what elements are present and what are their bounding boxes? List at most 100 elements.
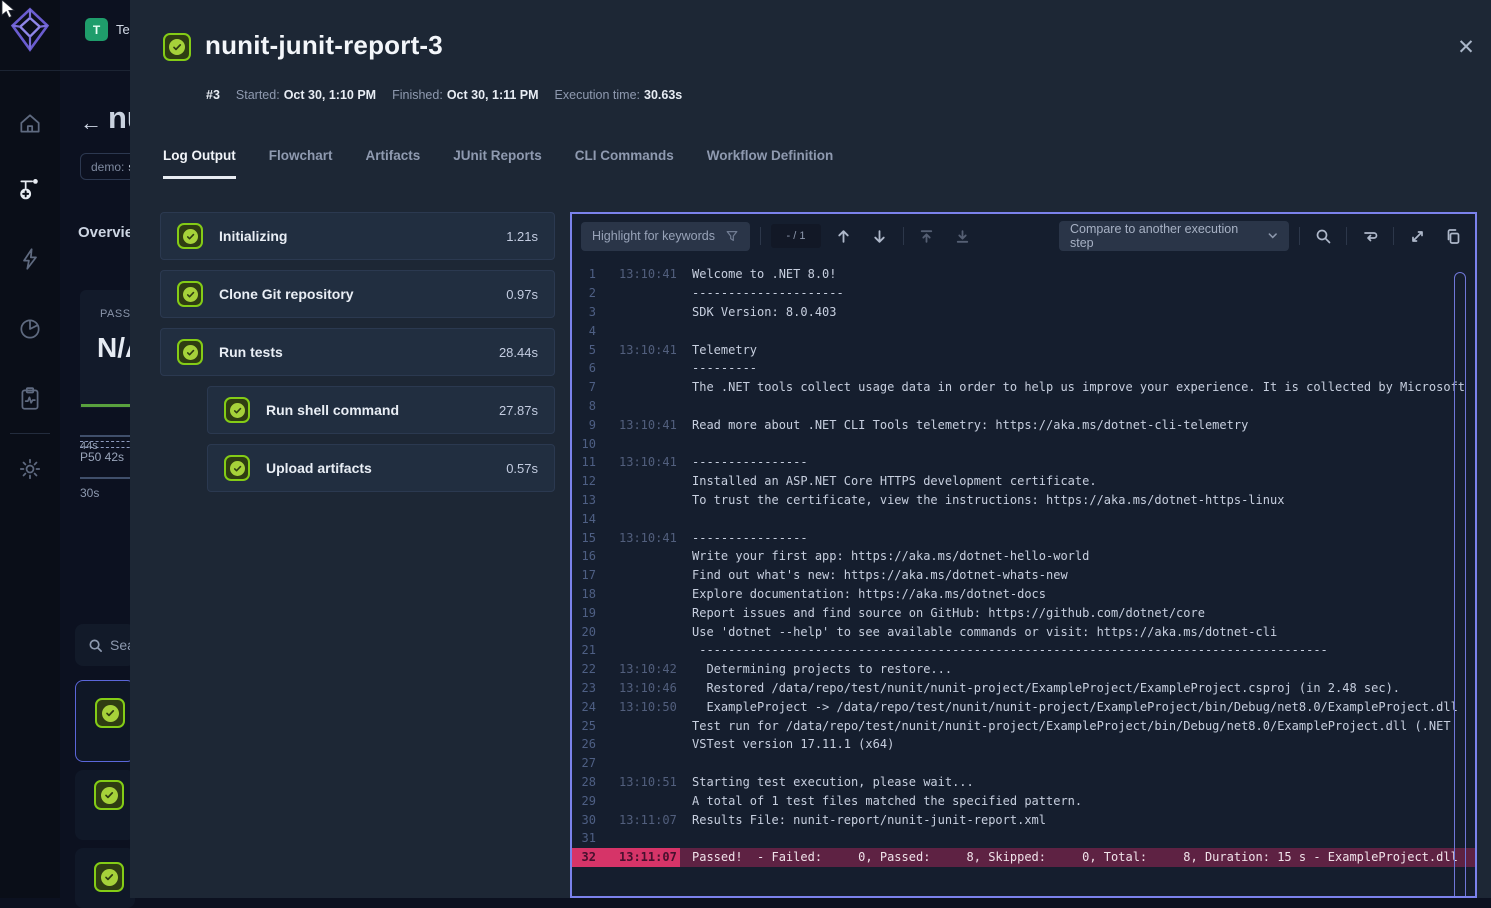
scroll-to-bottom-icon[interactable] xyxy=(950,223,976,249)
expand-icon[interactable] xyxy=(1404,223,1430,249)
toolbar-separator xyxy=(1346,227,1347,245)
step-upload-artifacts[interactable]: Upload artifacts0.57s xyxy=(207,444,555,492)
home-icon[interactable] xyxy=(17,111,43,137)
back-arrow-icon[interactable]: ← xyxy=(80,110,102,136)
log-message: --------------------- xyxy=(692,286,1475,300)
team-avatar[interactable]: T xyxy=(85,18,108,41)
workflow-add-icon[interactable] xyxy=(17,176,43,202)
success-check-icon xyxy=(94,862,124,892)
log-message: Read more about .NET CLI Tools telemetry… xyxy=(692,418,1475,432)
search-input[interactable]: Sea xyxy=(75,624,135,666)
log-message: VSTest version 17.11.1 (x64) xyxy=(692,737,1475,751)
step-duration: 0.57s xyxy=(506,461,538,476)
step-initializing[interactable]: Initializing1.21s xyxy=(160,212,555,260)
log-message: Welcome to .NET 8.0! xyxy=(692,267,1475,281)
tab-junit-reports[interactable]: JUnit Reports xyxy=(453,148,542,179)
step-duration: 28.44s xyxy=(499,345,538,360)
step-label: Run tests xyxy=(219,344,283,360)
log-line-gutter: 1113:10:41 xyxy=(572,453,680,472)
log-line-number: 4 xyxy=(572,324,596,338)
log-scrollbar-thumb[interactable] xyxy=(1454,272,1466,898)
log-message: The .NET tools collect usage data in ord… xyxy=(692,380,1475,394)
log-line-number: 24 xyxy=(572,700,596,714)
log-line: 1513:10:41---------------- xyxy=(572,528,1475,547)
search-log-icon[interactable] xyxy=(1310,223,1336,249)
funnel-icon xyxy=(725,229,739,243)
log-line-number: 15 xyxy=(572,531,596,545)
log-line: 31 xyxy=(572,829,1475,848)
log-message: ----------------------------------------… xyxy=(692,643,1475,657)
execution-list-item[interactable] xyxy=(75,848,135,908)
log-line-number: 16 xyxy=(572,549,596,563)
close-icon[interactable]: ✕ xyxy=(1452,33,1480,61)
execution-list-item[interactable] xyxy=(75,680,135,762)
log-message: Find out what's new: https://aka.ms/dotn… xyxy=(692,568,1475,582)
step-run-tests[interactable]: Run tests 28.44s xyxy=(160,328,555,376)
log-line-number: 20 xyxy=(572,625,596,639)
log-line-gutter: 16 xyxy=(572,547,680,566)
log-message: A total of 1 test files matched the spec… xyxy=(692,794,1475,808)
log-line-number: 29 xyxy=(572,794,596,808)
prev-match-icon[interactable] xyxy=(831,223,857,249)
tab-workflow-definition[interactable]: Workflow Definition xyxy=(707,148,834,179)
settings-gear-icon[interactable] xyxy=(17,456,43,482)
scroll-to-top-icon[interactable] xyxy=(914,223,940,249)
log-message: Restored /data/repo/test/nunit/nunit-pro… xyxy=(692,681,1475,695)
log-timestamp: 13:10:41 xyxy=(619,343,680,357)
lightning-icon[interactable] xyxy=(17,246,43,272)
toolbar-separator xyxy=(760,227,761,245)
log-line: 17 Find out what's new: https://aka.ms/do… xyxy=(572,566,1475,585)
toolbar-separator xyxy=(1299,227,1300,245)
pie-chart-icon[interactable] xyxy=(17,316,43,342)
finished-value: Oct 30, 1:11 PM xyxy=(447,88,539,102)
log-timestamp: 13:10:46 xyxy=(619,681,680,695)
log-line-number: 32 xyxy=(572,850,596,864)
log-line-number: 8 xyxy=(572,399,596,413)
log-timestamp: 13:10:41 xyxy=(619,267,680,281)
log-line-number: 25 xyxy=(572,719,596,733)
log-line-gutter: 14 xyxy=(572,509,680,528)
log-line-gutter: 913:10:41 xyxy=(572,415,680,434)
log-line: 27 xyxy=(572,754,1475,773)
execution-time-value: 30.63s xyxy=(644,88,682,102)
wrap-text-icon[interactable] xyxy=(1357,223,1383,249)
log-line-number: 17 xyxy=(572,568,596,582)
tab-cli-commands[interactable]: CLI Commands xyxy=(575,148,674,179)
log-line-gutter: 17 xyxy=(572,566,680,585)
tab-artifacts[interactable]: Artifacts xyxy=(366,148,421,179)
highlight-keywords-input[interactable]: Highlight for keywords xyxy=(581,222,750,251)
tab-flowchart[interactable]: Flowchart xyxy=(269,148,333,179)
log-line: 14 xyxy=(572,509,1475,528)
execution-list-item[interactable] xyxy=(75,770,135,840)
tab-log-output[interactable]: Log Output xyxy=(163,148,236,179)
chart-tick-p50: P50 42s xyxy=(80,450,124,464)
log-line-gutter: 13 xyxy=(572,491,680,510)
report-icon[interactable] xyxy=(17,386,43,412)
copy-icon[interactable] xyxy=(1440,223,1466,249)
log-message: Write your first app: https://aka.ms/dot… xyxy=(692,549,1475,563)
log-line: 25Test run for /data/repo/test/nunit/nun… xyxy=(572,716,1475,735)
log-line-gutter: 3 xyxy=(572,303,680,322)
run-number: #3 xyxy=(206,88,220,102)
log-line-number: 1 xyxy=(572,267,596,281)
log-line-gutter: 26 xyxy=(572,735,680,754)
log-message: SDK Version: 8.0.403 xyxy=(692,305,1475,319)
step-duration: 0.97s xyxy=(506,287,538,302)
log-line-number: 9 xyxy=(572,418,596,432)
log-message: Telemetry xyxy=(692,343,1475,357)
next-match-icon[interactable] xyxy=(867,223,893,249)
log-message: Results File: nunit-report/nunit-junit-r… xyxy=(692,813,1475,827)
log-toolbar-right: Compare to another execution step xyxy=(1059,221,1466,251)
execution-success-icon xyxy=(163,33,191,61)
log-message: To trust the certificate, view the instr… xyxy=(692,493,1475,507)
log-line-gutter: 1513:10:41 xyxy=(572,528,680,547)
step-run-shell-command[interactable]: Run shell command27.87s xyxy=(207,386,555,434)
compare-step-select[interactable]: Compare to another execution step xyxy=(1059,221,1289,251)
match-counter[interactable]: - / 1 xyxy=(771,224,821,248)
step-clone-git-repository[interactable]: Clone Git repository0.97s xyxy=(160,270,555,318)
chevron-down-icon xyxy=(1267,230,1278,242)
log-line: 3013:11:07Results File: nunit-report/nun… xyxy=(572,810,1475,829)
log-line-gutter: 18 xyxy=(572,585,680,604)
log-line: 16 Write your first app: https://aka.ms/d… xyxy=(572,547,1475,566)
log-line-gutter: 2 xyxy=(572,284,680,303)
